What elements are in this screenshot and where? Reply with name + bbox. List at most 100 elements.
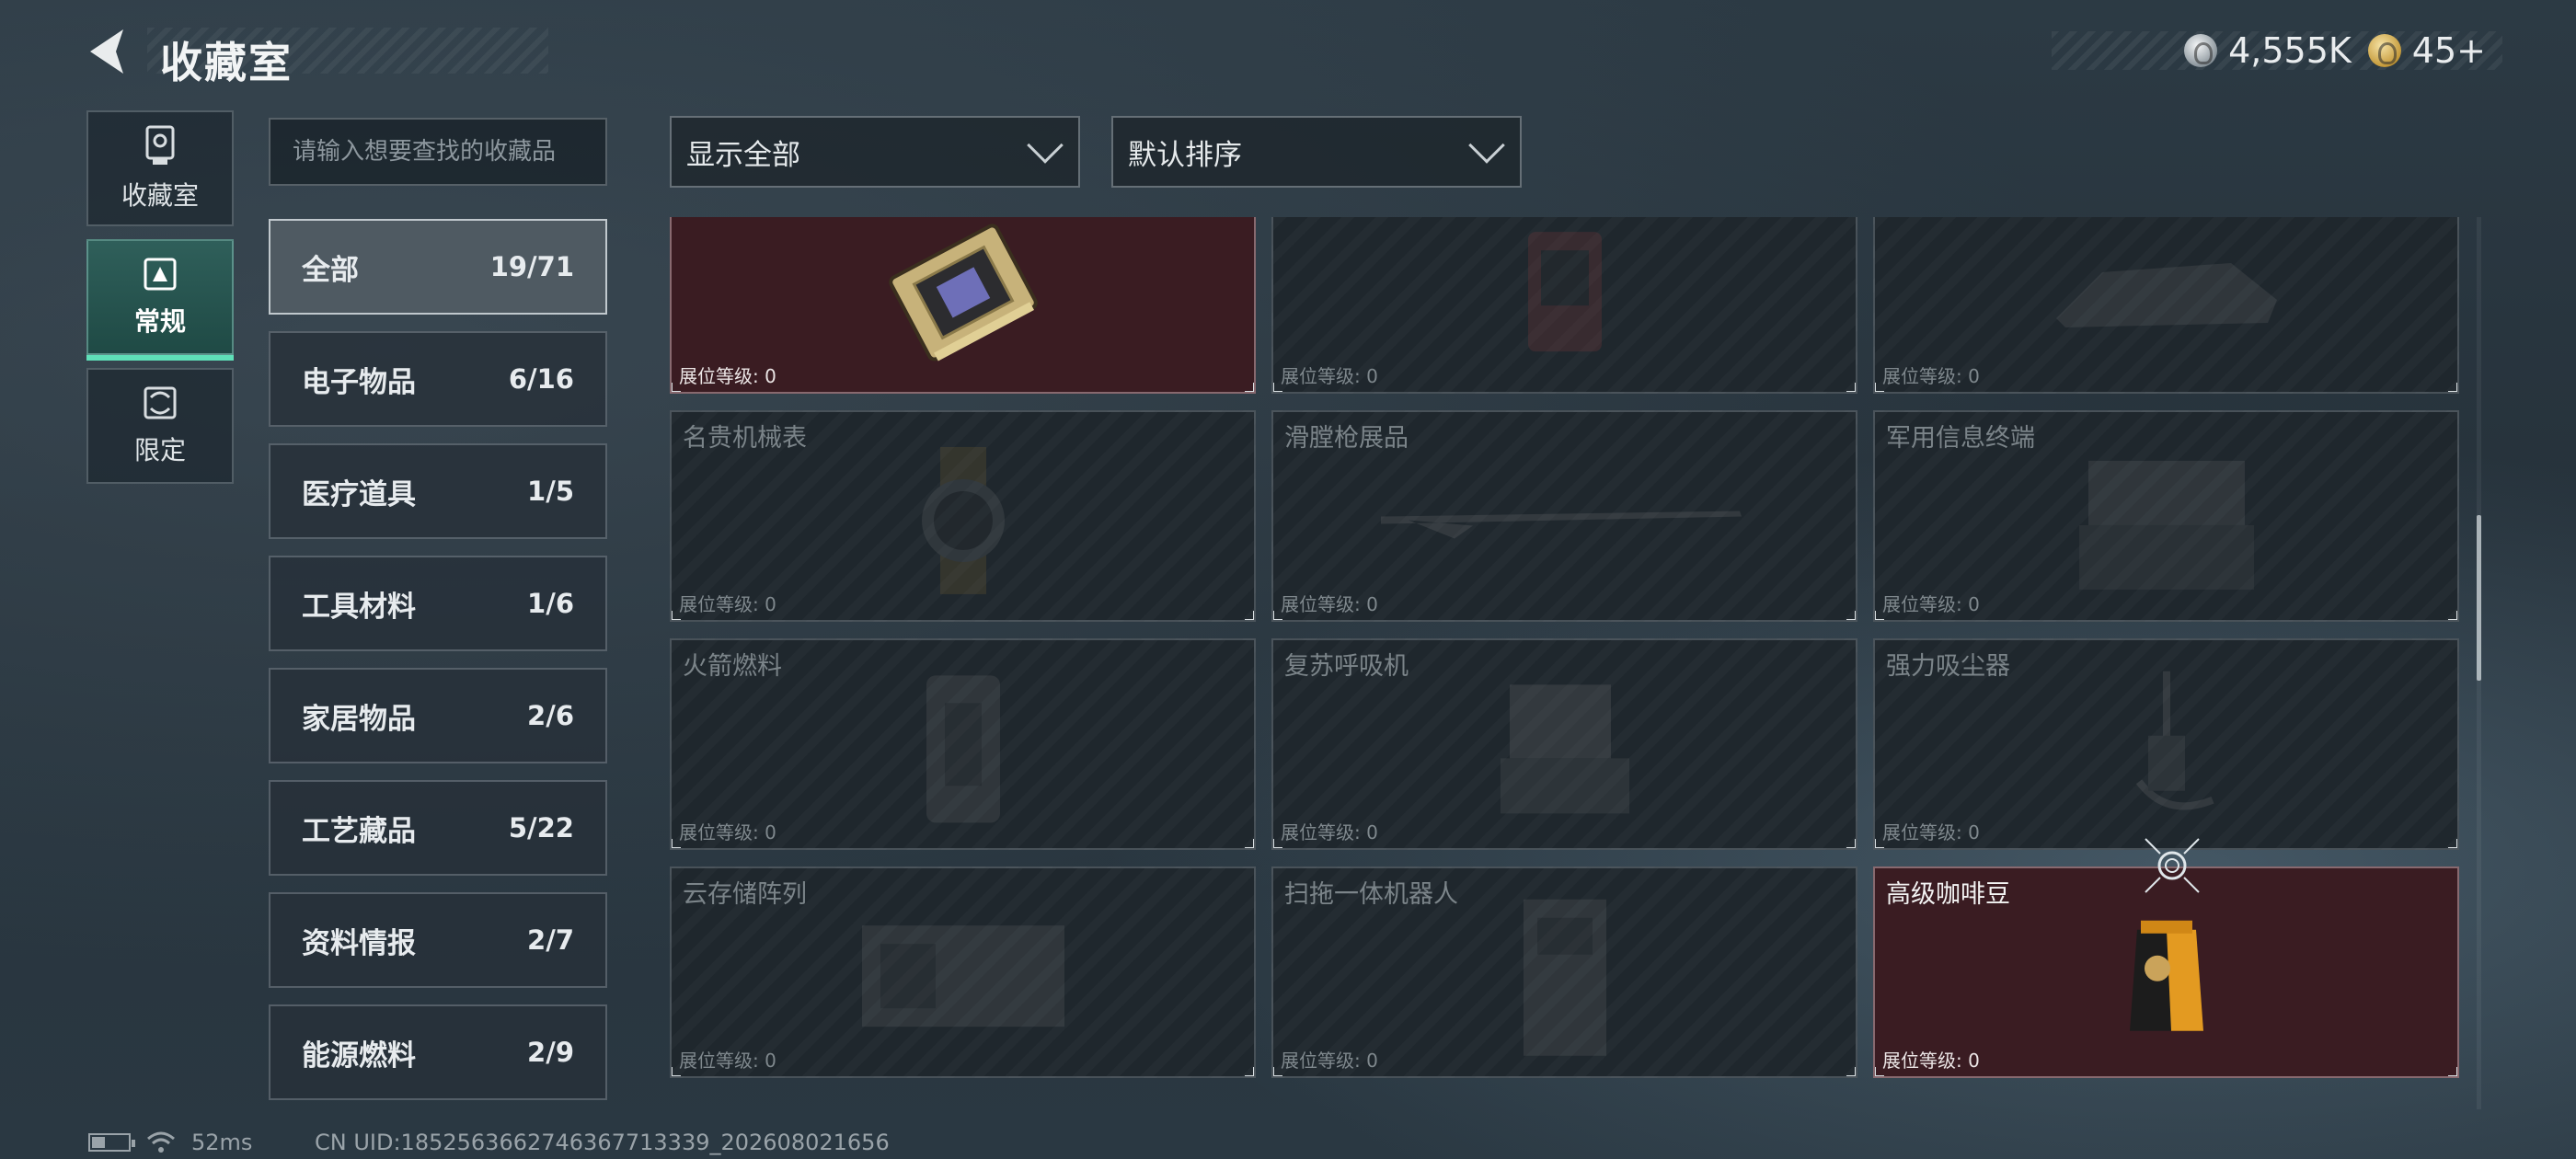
category-tools[interactable]: 工具材料 1/6 (269, 556, 607, 651)
fuel-canister-icon (908, 666, 1018, 835)
rail-tab-regular[interactable]: 常规 (86, 239, 234, 361)
card-corner (1273, 383, 1282, 392)
collection-item-card[interactable]: 高级咖啡豆 展位等级: 0 (1873, 866, 2459, 1078)
category-medical[interactable]: 医疗道具 1/5 (269, 443, 607, 539)
collection-item-card[interactable]: 扫拖一体机器人展位等级: 0 (1271, 866, 1857, 1078)
silver-currency[interactable]: 4,555K (2184, 30, 2352, 71)
rail-tab-collection-room[interactable]: 收藏室 (86, 110, 234, 226)
card-corner (1875, 1067, 1884, 1076)
booth-level: 展位等级: 0 (1882, 1050, 1980, 1072)
booth-level: 展位等级: 0 (679, 365, 776, 387)
chevron-down-icon (1027, 127, 1064, 164)
terminal-case-icon (2070, 442, 2263, 602)
silver-coin-icon (2184, 34, 2218, 67)
gold-amount: 45+ (2411, 30, 2486, 71)
device-icon (1510, 223, 1620, 364)
card-corner (1245, 383, 1254, 392)
header: 收藏室 4,555K 45+ (0, 0, 2576, 101)
collection-item-card[interactable]: 复苏呼吸机 展位等级: 0 (1271, 638, 1857, 850)
search-input[interactable] (269, 118, 607, 186)
category-electronics[interactable]: 电子物品 6/16 (269, 331, 607, 427)
booth-level: 展位等级: 0 (679, 593, 776, 615)
card-corner (1875, 383, 1884, 392)
regular-collection-icon (144, 258, 177, 291)
booth-level: 展位等级: 0 (1281, 593, 1378, 615)
chevron-down-icon (1468, 127, 1505, 164)
category-label: 医疗道具 (302, 477, 416, 511)
category-count: 6/16 (508, 363, 574, 395)
item-name: 火箭燃料 (683, 652, 782, 681)
category-crafts[interactable]: 工艺藏品 5/22 (269, 780, 607, 876)
musket-icon (1372, 489, 1758, 548)
card-corner (672, 383, 681, 392)
category-label: 家居物品 (302, 702, 416, 736)
category-label: 资料情报 (302, 926, 416, 960)
category-household[interactable]: 家居物品 2/6 (269, 668, 607, 763)
rail-tab-limited[interactable]: 限定 (86, 368, 234, 484)
item-name: 强力吸尘器 (1886, 652, 2010, 681)
item-name: 复苏呼吸机 (1284, 652, 1409, 681)
watch-icon (894, 442, 1032, 602)
category-count: 1/6 (527, 588, 574, 619)
item-name: 滑膛枪展品 (1284, 424, 1409, 453)
card-corner (2448, 1067, 2457, 1076)
show-filter-dropdown[interactable]: 显示全部 (670, 116, 1080, 188)
booth-level: 展位等级: 0 (679, 1050, 776, 1072)
booth-level: 展位等级: 0 (1882, 593, 1980, 615)
gold-currency[interactable]: 45+ (2367, 30, 2486, 71)
left-rail: 收藏室 常规 限定 (86, 110, 234, 497)
card-corner (1273, 611, 1282, 620)
collection-item-card[interactable]: 展位等级: 0 (1873, 217, 2459, 394)
collection-item-card[interactable]: 展位等级: 0 (670, 217, 1256, 394)
category-label: 全部 (302, 253, 359, 287)
sort-dropdown[interactable]: 默认排序 (1111, 116, 1522, 188)
gold-coin-icon (2367, 34, 2401, 67)
back-arrow-icon[interactable] (83, 24, 138, 79)
collection-item-card[interactable]: 云存储阵列 展位等级: 0 (670, 866, 1256, 1078)
collection-item-card[interactable]: 展位等级: 0 (1271, 217, 1857, 394)
category-count: 2/7 (527, 924, 574, 956)
card-corner (1846, 1067, 1856, 1076)
card-corner (1846, 383, 1856, 392)
collection-grid-viewport[interactable]: 展位等级: 0 展位等级: 0 展位等级: 0 名贵机械表 展位等级: 0 滑膛枪展品 展位… (670, 217, 2462, 1111)
collection-item-card[interactable]: 名贵机械表 展位等级: 0 (670, 410, 1256, 622)
collection-grid: 展位等级: 0 展位等级: 0 展位等级: 0 名贵机械表 展位等级: 0 滑膛枪展品 展位… (670, 217, 2459, 1078)
category-count: 5/22 (508, 812, 574, 843)
card-corner (1875, 839, 1884, 848)
category-count: 2/6 (527, 700, 574, 731)
currency-bar: 4,555K 45+ (2052, 30, 2502, 71)
limited-collection-icon (144, 386, 177, 419)
trophy-icon (145, 125, 175, 165)
category-energy[interactable]: 能源燃料 2/9 (269, 1004, 607, 1100)
card-corner (2448, 611, 2457, 620)
collection-item-card[interactable]: 火箭燃料 展位等级: 0 (670, 638, 1256, 850)
category-label: 能源燃料 (302, 1039, 416, 1073)
collection-item-card[interactable]: 军用信息终端展位等级: 0 (1873, 410, 2459, 622)
category-all[interactable]: 全部 19/71 (269, 219, 607, 315)
card-corner (1273, 1067, 1282, 1076)
category-label: 电子物品 (302, 365, 416, 399)
booth-level: 展位等级: 0 (1281, 1050, 1378, 1072)
uid-text: CN UID:1852563662746367713339_2026080216… (315, 1130, 890, 1155)
item-name: 扫拖一体机器人 (1284, 880, 1458, 909)
scrollbar-thumb[interactable] (2477, 515, 2481, 681)
card-corner (672, 1067, 681, 1076)
coffee-bag-icon (2121, 912, 2213, 1044)
card-corner (2448, 383, 2457, 392)
rail-label: 收藏室 (121, 180, 199, 211)
page-title: 收藏室 (160, 38, 293, 87)
title-block: 收藏室 (147, 28, 548, 87)
status-bar: 52ms (88, 1130, 252, 1155)
category-count: 1/5 (527, 476, 574, 507)
collection-item-card[interactable]: 强力吸尘器展位等级: 0 (1873, 638, 2459, 850)
item-name: 军用信息终端 (1886, 424, 2035, 453)
booth-level: 展位等级: 0 (1882, 821, 1980, 843)
category-list: 全部 19/71 电子物品 6/16 医疗道具 1/5 工具材料 1/6 家居物… (269, 219, 607, 1117)
card-corner (672, 611, 681, 620)
card-corner (672, 839, 681, 848)
ping-value: 52ms (191, 1130, 253, 1155)
collection-item-card[interactable]: 滑膛枪展品展位等级: 0 (1271, 410, 1857, 622)
category-intel[interactable]: 资料情报 2/7 (269, 892, 607, 988)
rail-label: 限定 (133, 435, 186, 465)
show-filter-value: 显示全部 (686, 138, 800, 172)
